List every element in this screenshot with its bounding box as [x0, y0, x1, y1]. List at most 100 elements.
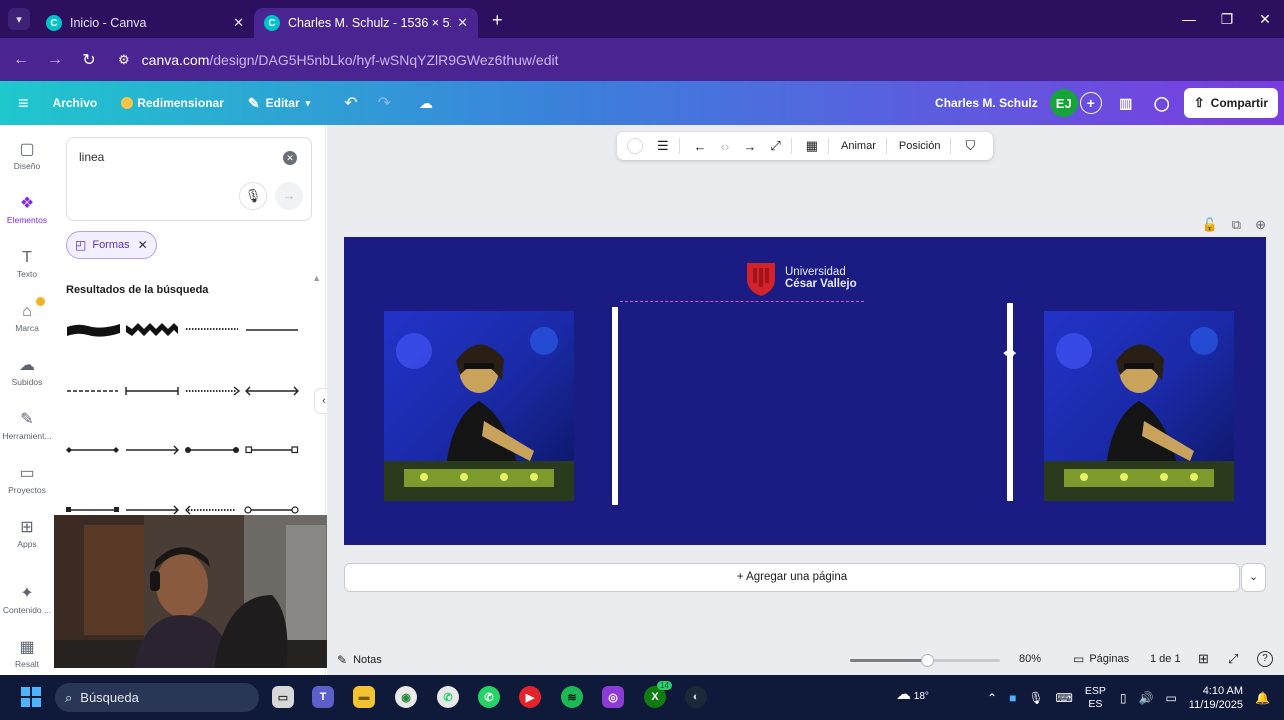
- notification-bell-icon[interactable]: 🔔: [1255, 691, 1270, 705]
- dotted-arrow-line-result[interactable]: [186, 386, 241, 396]
- vertical-line-left[interactable]: [612, 307, 618, 505]
- notes-button[interactable]: ✎ Notas: [337, 653, 382, 667]
- rail-item-design[interactable]: ▢ Diseño: [0, 139, 54, 171]
- dot-ends-line-result[interactable]: [185, 447, 239, 453]
- duplicate-page-icon[interactable]: ⧉: [1232, 217, 1241, 233]
- undo-icon[interactable]: ↶: [344, 93, 357, 113]
- design-title[interactable]: Charles M. Schulz: [935, 96, 1038, 110]
- minimize-icon[interactable]: —: [1170, 11, 1208, 27]
- line-type-diagonal-icon[interactable]: ⤢: [770, 138, 780, 154]
- browser-tab-design[interactable]: C Charles M. Schulz - 1536 × 512 ✕: [254, 8, 478, 38]
- search-input[interactable]: [79, 150, 259, 164]
- spotify-icon[interactable]: ≋: [561, 686, 583, 708]
- whatsapp-icon[interactable]: ✆: [478, 686, 500, 708]
- vertical-line-right-selected[interactable]: [1007, 303, 1013, 501]
- zoom-percentage[interactable]: 80%: [1019, 653, 1041, 665]
- browser-tab-inicio[interactable]: C Inicio - Canva ✕: [36, 8, 254, 38]
- rail-item-elements[interactable]: ❖ Elementos: [0, 193, 54, 225]
- diamond-ends-line-result[interactable]: [66, 447, 119, 453]
- remove-filter-icon[interactable]: ✕: [138, 238, 148, 252]
- steam-icon[interactable]: ◐: [685, 686, 707, 708]
- scroll-up-arrow-icon[interactable]: ▲: [312, 273, 321, 283]
- menu-hamburger-icon[interactable]: ≡: [18, 93, 29, 114]
- add-page-button[interactable]: + Agregar una página: [344, 563, 1240, 592]
- arrow-line-result-2[interactable]: [126, 505, 179, 515]
- comment-icon[interactable]: ◯: [1148, 89, 1176, 117]
- double-arrow-line-result[interactable]: [245, 386, 299, 396]
- resize-button[interactable]: Redimensionar: [121, 96, 224, 110]
- phone-link-icon[interactable]: ▯: [1120, 691, 1127, 705]
- line-weight-icon[interactable]: ☰: [657, 138, 669, 154]
- grid-view-icon[interactable]: ⊞: [1198, 651, 1209, 667]
- add-collaborator-icon[interactable]: +: [1079, 92, 1102, 114]
- new-tab-icon[interactable]: +: [492, 10, 503, 31]
- zigzag-line-result[interactable]: [126, 323, 178, 336]
- copy-style-paint-roller-icon[interactable]: ⛉: [965, 138, 975, 154]
- position-button[interactable]: Posición: [899, 140, 941, 152]
- clear-search-icon[interactable]: ✕: [283, 151, 297, 165]
- teams-icon[interactable]: T: [312, 686, 334, 708]
- task-view-icon[interactable]: ▭: [272, 686, 294, 708]
- square-ends-line-result[interactable]: [245, 446, 299, 454]
- line-end-arrow-icon[interactable]: →: [743, 139, 756, 154]
- cloud-save-icon[interactable]: ☁: [419, 95, 433, 112]
- weather-widget[interactable]: ☁ 18°: [896, 685, 929, 703]
- arrow-line-result[interactable]: [126, 445, 179, 455]
- zoom-slider-knob[interactable]: [921, 654, 934, 667]
- whatsapp-web-icon[interactable]: ✆: [437, 686, 459, 708]
- design-page[interactable]: Universidad César Vallejo ✥: [344, 237, 1266, 545]
- rail-item-highlight[interactable]: ▦ Resalt: [0, 637, 54, 669]
- redo-icon[interactable]: ↷: [378, 93, 391, 113]
- pages-button[interactable]: ▭ Páginas: [1073, 652, 1129, 666]
- rail-item-brand[interactable]: ⌂ Marca: [0, 297, 54, 333]
- add-page-icon[interactable]: ⊕: [1255, 217, 1266, 233]
- zoom-slider[interactable]: [850, 654, 1000, 667]
- fullscreen-icon[interactable]: ⤢: [1228, 651, 1238, 667]
- transparency-icon[interactable]: ▦: [806, 138, 818, 154]
- rail-item-text[interactable]: T Texto: [0, 247, 54, 279]
- keyboard-icon[interactable]: ⌨: [1056, 691, 1073, 705]
- animate-button[interactable]: Animar: [841, 140, 876, 152]
- square-cap-line-result[interactable]: [66, 507, 119, 512]
- ucv-logo[interactable]: Universidad César Vallejo: [745, 259, 857, 297]
- taskbar-search[interactable]: ⌕ Búsqueda: [55, 683, 259, 712]
- close-tab-icon[interactable]: ✕: [233, 15, 244, 31]
- volume-icon[interactable]: 🔊: [1139, 691, 1154, 705]
- reload-icon[interactable]: ↻: [72, 50, 106, 70]
- filter-chip-shapes[interactable]: ◰ Formas ✕: [66, 231, 157, 259]
- help-icon[interactable]: ?: [1257, 651, 1273, 667]
- taskbar-clock[interactable]: 4:10 AM 11/19/2025: [1189, 684, 1243, 712]
- rail-item-tools[interactable]: ✎ Herramient...: [0, 409, 54, 441]
- battery-icon[interactable]: ▭: [1165, 691, 1176, 705]
- chrome-icon[interactable]: ◉: [395, 686, 417, 708]
- add-page-chevron-icon[interactable]: ⌄: [1241, 563, 1266, 592]
- insights-chart-icon[interactable]: ▥: [1112, 89, 1140, 117]
- rail-item-projects[interactable]: ▭ Proyectos: [0, 463, 54, 495]
- tray-chevron-up-icon[interactable]: ⌃: [987, 691, 997, 705]
- lock-page-icon[interactable]: 🔓: [1202, 217, 1218, 233]
- dj-photo-left[interactable]: [384, 311, 574, 501]
- line-color-swatch[interactable]: [627, 138, 643, 154]
- search-go-arrow-icon[interactable]: →: [275, 182, 303, 210]
- tab-search-menu-icon[interactable]: ▾: [8, 8, 30, 30]
- line-start-arrow-icon[interactable]: ←: [694, 139, 707, 154]
- back-icon[interactable]: ←: [4, 51, 38, 69]
- edit-mode-button[interactable]: ✎ Editar ▾: [248, 95, 310, 112]
- rail-item-content[interactable]: ✦ Contenido ...: [0, 583, 54, 615]
- restore-icon[interactable]: ❐: [1208, 11, 1246, 28]
- dj-photo-right[interactable]: [1044, 311, 1234, 501]
- language-indicator[interactable]: ESP ES: [1085, 685, 1106, 711]
- microphone-icon[interactable]: 🎙: [239, 182, 267, 210]
- circle-ends-line-result[interactable]: [244, 506, 299, 514]
- microphone-tray-icon[interactable]: 🎙: [1028, 691, 1043, 705]
- tray-app-icon[interactable]: ■: [1009, 691, 1016, 705]
- windows-start-icon[interactable]: [21, 687, 41, 707]
- wavy-thick-line-result[interactable]: [67, 324, 120, 337]
- close-tab-icon[interactable]: ✕: [457, 15, 468, 31]
- line-style-icon[interactable]: ‹›: [721, 139, 730, 154]
- url-field[interactable]: ⚙ canva.com /design/DAG5H5nbLko/hyf-wSNq…: [118, 52, 558, 68]
- rail-item-apps[interactable]: ⊞ Apps: [0, 517, 54, 549]
- share-button[interactable]: ⇧ Compartir: [1183, 88, 1278, 118]
- user-avatar[interactable]: EJ: [1049, 89, 1078, 117]
- file-explorer-icon[interactable]: ▬: [353, 686, 375, 708]
